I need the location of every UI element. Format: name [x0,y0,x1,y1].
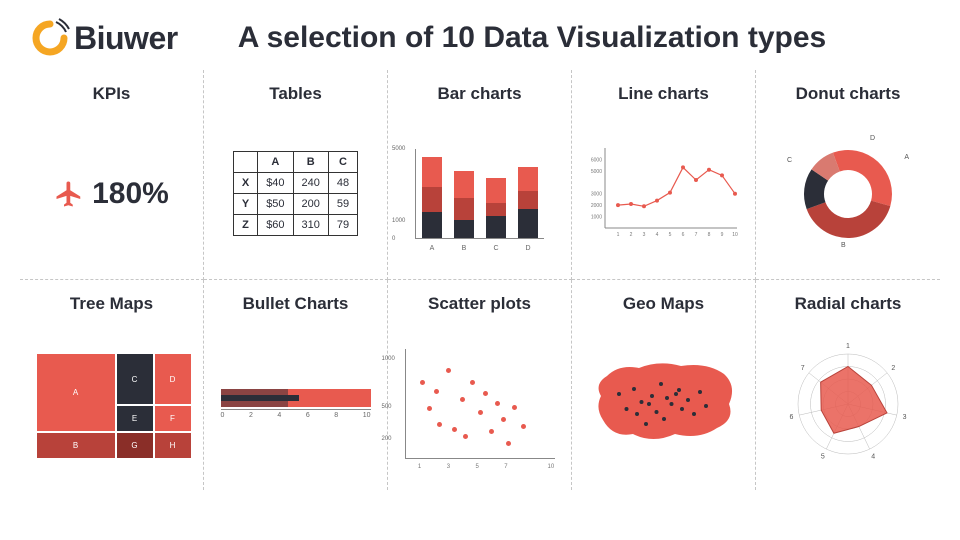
svg-text:6000: 6000 [590,157,601,163]
sample-table: A B C X$4024048 Y$5020059 Z$6031079 [233,151,358,236]
svg-text:2: 2 [891,365,895,372]
radial-chart: 1 2 3 4 5 6 7 [783,339,913,469]
cell-title: Bar charts [437,84,521,104]
bullet-chart: 0246810 [221,389,371,419]
cell-title: Radial charts [795,294,902,314]
svg-text:5000: 5000 [590,168,601,174]
svg-text:2: 2 [629,232,632,238]
treemap: ABCDEFGH [37,354,187,454]
cell-title: Tree Maps [70,294,153,314]
cell-line-charts: Line charts 1000 2000 3000 5000 6000 1 2 3 4 5 6 7 8… [572,70,756,280]
kpi-value: 180% [92,177,169,211]
svg-text:10: 10 [732,232,738,238]
cell-bar-charts: Bar charts 5000 1000 0 ABCD [388,70,572,280]
svg-text:2000: 2000 [590,203,601,209]
brand-name: Biuwer [74,20,178,57]
svg-text:1: 1 [846,343,850,350]
donut-chart: A B C D [793,139,903,249]
svg-text:7: 7 [801,365,805,372]
cell-title: Bullet Charts [243,294,349,314]
cell-title: Donut charts [796,84,901,104]
svg-text:4: 4 [871,453,875,460]
brand-logo: Biuwer [30,18,178,58]
line-chart: 1000 2000 3000 5000 6000 1 2 3 4 5 6 7 8 9 10 [589,144,739,244]
geo-map [589,354,739,454]
svg-text:3000: 3000 [590,191,601,197]
svg-text:1: 1 [616,232,619,238]
viz-grid: KPIs 180% Tables A B C X$4024048 Y$502 [0,70,960,510]
cell-donut-charts: Donut charts A B C D [756,70,940,280]
scatter-plot: 1000 500 200 135710 [405,349,555,459]
svg-text:3: 3 [903,414,907,421]
svg-text:4: 4 [655,232,658,238]
cell-scatter-plots: Scatter plots 1000 500 200 135710 [388,280,572,490]
cell-kpis: KPIs 180% [20,70,204,280]
svg-text:7: 7 [694,232,697,238]
svg-text:1000: 1000 [590,214,601,220]
svg-text:6: 6 [681,232,684,238]
cell-tree-maps: Tree Maps ABCDEFGH [20,280,204,490]
cell-tables: Tables A B C X$4024048 Y$5020059 Z$60310… [204,70,388,280]
airplane-icon [54,179,84,209]
cell-title: Geo Maps [623,294,704,314]
cell-geo-maps: Geo Maps [572,280,756,490]
svg-text:5: 5 [668,232,671,238]
cell-radial-charts: Radial charts 1 2 3 4 5 6 7 [756,280,940,490]
cell-bullet-charts: Bullet Charts 0246810 [204,280,388,490]
cell-title: Scatter plots [428,294,531,314]
svg-text:9: 9 [720,232,723,238]
page-title: A selection of 10 Data Visualization typ… [238,21,827,55]
kpi: 180% [54,177,169,211]
logo-icon [30,18,70,58]
cell-title: KPIs [93,84,131,104]
bar-chart: 5000 1000 0 ABCD [415,149,544,239]
svg-text:5: 5 [821,453,825,460]
cell-title: Tables [269,84,322,104]
svg-text:3: 3 [642,232,645,238]
svg-text:6: 6 [790,414,794,421]
header: Biuwer A selection of 10 Data Visualizat… [0,0,960,70]
svg-text:8: 8 [707,232,710,238]
cell-title: Line charts [618,84,709,104]
